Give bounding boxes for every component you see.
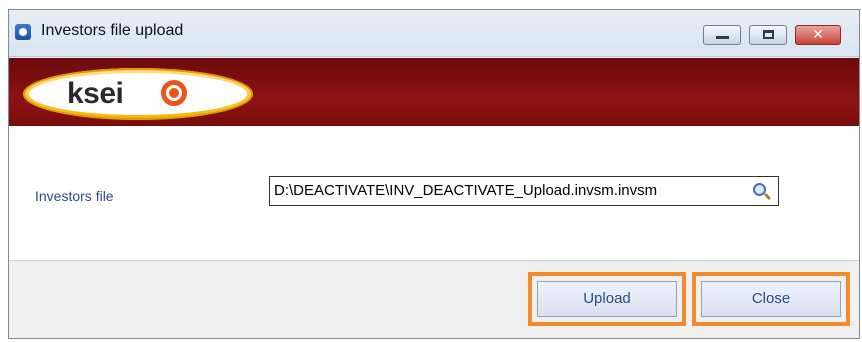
title-bar: Investors file upload ✕ — [9, 10, 859, 57]
upload-window: Investors file upload ✕ ksei Investors f… — [8, 9, 860, 339]
ksei-logo: ksei — [23, 68, 253, 120]
close-button-highlight: Close — [692, 272, 850, 326]
maximize-icon — [763, 30, 774, 39]
logo-swirl-icon — [161, 80, 187, 106]
upload-button-highlight: Upload — [528, 272, 686, 326]
app-icon — [15, 24, 31, 40]
investors-file-value: D:\DEACTIVATE\INV_DEACTIVATE_Upload.invs… — [274, 182, 658, 199]
minimize-icon — [716, 36, 729, 39]
button-footer: Upload Close — [9, 261, 859, 338]
close-button[interactable]: Close — [701, 281, 841, 317]
search-icon[interactable] — [753, 183, 766, 196]
window-close-button[interactable]: ✕ — [795, 25, 841, 45]
logo-text: ksei — [67, 77, 124, 110]
minimize-button[interactable] — [703, 25, 741, 45]
window-title: Investors file upload — [41, 22, 184, 39]
upload-form: Investors file D:\DEACTIVATE\INV_DEACTIV… — [9, 126, 859, 261]
investors-file-input[interactable]: D:\DEACTIVATE\INV_DEACTIVATE_Upload.invs… — [269, 176, 779, 206]
close-icon: ✕ — [812, 27, 824, 43]
brand-banner: ksei — [9, 58, 859, 126]
investors-file-label: Investors file — [35, 188, 114, 204]
logo-inner — [29, 73, 247, 115]
maximize-button[interactable] — [749, 25, 787, 45]
upload-button[interactable]: Upload — [537, 281, 677, 317]
